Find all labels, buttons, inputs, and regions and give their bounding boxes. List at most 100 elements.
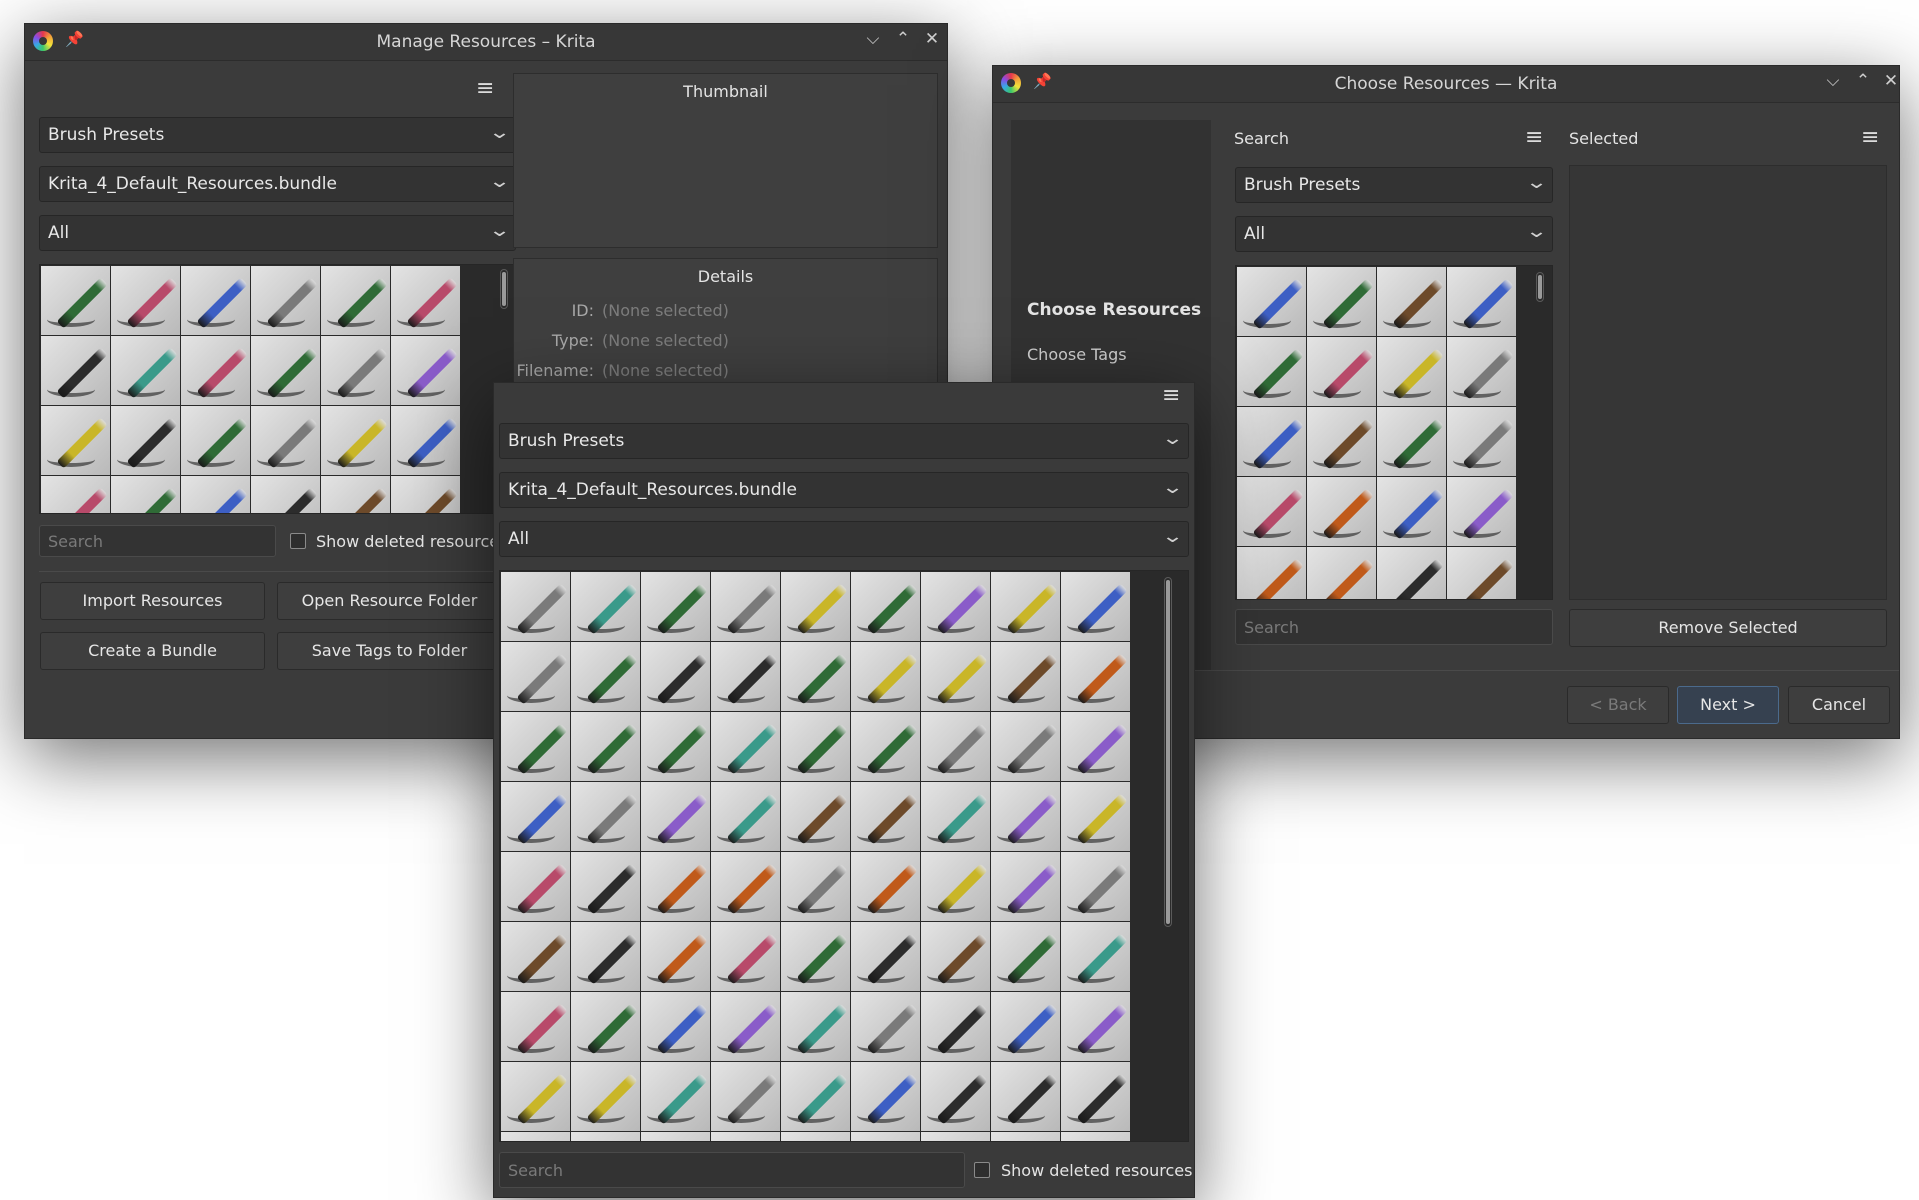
brush-preset-thumbnail[interactable] (851, 1062, 920, 1131)
brush-preset-thumbnail[interactable] (501, 922, 570, 991)
brush-preset-thumbnail[interactable] (991, 572, 1060, 641)
brush-preset-thumbnail[interactable] (641, 922, 710, 991)
brush-preset-thumbnail[interactable] (711, 712, 780, 781)
brush-preset-thumbnail[interactable] (571, 642, 640, 711)
brush-preset-thumbnail[interactable] (251, 266, 320, 335)
brush-preset-thumbnail[interactable] (991, 782, 1060, 851)
tag-combo[interactable]: All ⌄ (39, 215, 516, 251)
resource-grid[interactable] (39, 264, 516, 514)
brush-preset-thumbnail[interactable] (181, 336, 250, 405)
brush-preset-thumbnail[interactable] (851, 992, 920, 1061)
show-deleted-checkbox[interactable] (290, 533, 306, 549)
create-bundle-button[interactable]: Create a Bundle (40, 632, 265, 670)
brush-preset-thumbnail[interactable] (501, 712, 570, 781)
brush-preset-thumbnail[interactable] (921, 1062, 990, 1131)
brush-preset-thumbnail[interactable] (571, 712, 640, 781)
brush-preset-thumbnail[interactable] (1237, 267, 1306, 336)
brush-preset-thumbnail[interactable] (1307, 547, 1376, 599)
brush-preset-thumbnail[interactable] (1447, 477, 1516, 546)
brush-preset-thumbnail[interactable] (851, 642, 920, 711)
brush-preset-thumbnail[interactable] (41, 336, 110, 405)
nav-choose-resources[interactable]: Choose Resources (1027, 300, 1201, 320)
brush-preset-thumbnail[interactable] (711, 1062, 780, 1131)
brush-preset-thumbnail[interactable] (41, 476, 110, 513)
resource-type-combo[interactable]: Brush Presets ⌄ (499, 423, 1189, 459)
brush-preset-thumbnail[interactable] (921, 922, 990, 991)
brush-preset-thumbnail[interactable] (641, 1062, 710, 1131)
brush-preset-thumbnail[interactable] (391, 336, 460, 405)
brush-preset-thumbnail[interactable] (251, 406, 320, 475)
brush-preset-thumbnail[interactable] (641, 992, 710, 1061)
tag-combo[interactable]: All ⌄ (499, 521, 1189, 557)
brush-preset-thumbnail[interactable] (921, 572, 990, 641)
brush-preset-thumbnail[interactable] (1061, 1062, 1130, 1131)
brush-preset-thumbnail[interactable] (181, 406, 250, 475)
maximize-icon[interactable]: ⌃ (893, 29, 913, 49)
brush-preset-thumbnail[interactable] (571, 572, 640, 641)
brush-preset-thumbnail[interactable] (921, 1132, 990, 1141)
brush-preset-thumbnail[interactable] (501, 1062, 570, 1131)
brush-preset-thumbnail[interactable] (851, 712, 920, 781)
brush-preset-thumbnail[interactable] (571, 922, 640, 991)
brush-preset-thumbnail[interactable] (781, 1132, 850, 1141)
brush-preset-thumbnail[interactable] (711, 992, 780, 1061)
brush-preset-thumbnail[interactable] (1061, 922, 1130, 991)
brush-preset-thumbnail[interactable] (991, 992, 1060, 1061)
brush-preset-thumbnail[interactable] (1377, 267, 1446, 336)
brush-preset-thumbnail[interactable] (781, 852, 850, 921)
brush-preset-thumbnail[interactable] (1447, 547, 1516, 599)
resource-grid[interactable] (1235, 265, 1553, 600)
brush-preset-thumbnail[interactable] (1377, 547, 1446, 599)
brush-preset-thumbnail[interactable] (641, 782, 710, 851)
brush-preset-thumbnail[interactable] (711, 922, 780, 991)
resource-type-combo[interactable]: Brush Presets ⌄ (1235, 167, 1553, 203)
brush-preset-thumbnail[interactable] (1061, 992, 1130, 1061)
menu-icon[interactable]: ≡ (476, 76, 494, 101)
brush-preset-thumbnail[interactable] (641, 642, 710, 711)
brush-preset-thumbnail[interactable] (1307, 407, 1376, 476)
scrollbar[interactable] (500, 269, 508, 309)
brush-preset-thumbnail[interactable] (781, 1062, 850, 1131)
brush-preset-thumbnail[interactable] (251, 476, 320, 513)
brush-preset-thumbnail[interactable] (641, 852, 710, 921)
brush-preset-thumbnail[interactable] (921, 642, 990, 711)
brush-preset-thumbnail[interactable] (641, 572, 710, 641)
brush-preset-thumbnail[interactable] (781, 992, 850, 1061)
maximize-icon[interactable]: ⌃ (1853, 71, 1873, 91)
menu-icon[interactable]: ≡ (1525, 125, 1543, 150)
brush-preset-thumbnail[interactable] (571, 1132, 640, 1141)
brush-preset-thumbnail[interactable] (1061, 572, 1130, 641)
brush-preset-thumbnail[interactable] (111, 266, 180, 335)
brush-preset-thumbnail[interactable] (1061, 712, 1130, 781)
brush-preset-thumbnail[interactable] (501, 572, 570, 641)
brush-preset-thumbnail[interactable] (781, 782, 850, 851)
brush-preset-thumbnail[interactable] (991, 1062, 1060, 1131)
close-icon[interactable]: ✕ (922, 29, 942, 49)
tag-combo[interactable]: All ⌄ (1235, 216, 1553, 252)
brush-preset-thumbnail[interactable] (1377, 337, 1446, 406)
brush-preset-thumbnail[interactable] (781, 642, 850, 711)
search-input[interactable] (1235, 609, 1553, 645)
brush-preset-thumbnail[interactable] (321, 266, 390, 335)
brush-preset-thumbnail[interactable] (501, 992, 570, 1061)
menu-icon[interactable]: ≡ (1861, 125, 1879, 150)
brush-preset-thumbnail[interactable] (851, 852, 920, 921)
brush-preset-thumbnail[interactable] (181, 476, 250, 513)
brush-preset-thumbnail[interactable] (1237, 477, 1306, 546)
brush-preset-thumbnail[interactable] (641, 712, 710, 781)
brush-preset-thumbnail[interactable] (1307, 267, 1376, 336)
brush-preset-thumbnail[interactable] (921, 992, 990, 1061)
resource-grid[interactable] (499, 570, 1189, 1142)
brush-preset-thumbnail[interactable] (1377, 407, 1446, 476)
brush-preset-thumbnail[interactable] (1377, 477, 1446, 546)
brush-preset-thumbnail[interactable] (1447, 407, 1516, 476)
nav-choose-tags[interactable]: Choose Tags (1027, 345, 1127, 364)
brush-preset-thumbnail[interactable] (921, 712, 990, 781)
brush-preset-thumbnail[interactable] (391, 406, 460, 475)
minimize-icon[interactable]: ⌵ (863, 29, 883, 49)
brush-preset-thumbnail[interactable] (501, 852, 570, 921)
back-button[interactable]: < Back (1567, 686, 1669, 724)
brush-preset-thumbnail[interactable] (1237, 407, 1306, 476)
search-input[interactable] (39, 525, 276, 557)
brush-preset-thumbnail[interactable] (711, 572, 780, 641)
